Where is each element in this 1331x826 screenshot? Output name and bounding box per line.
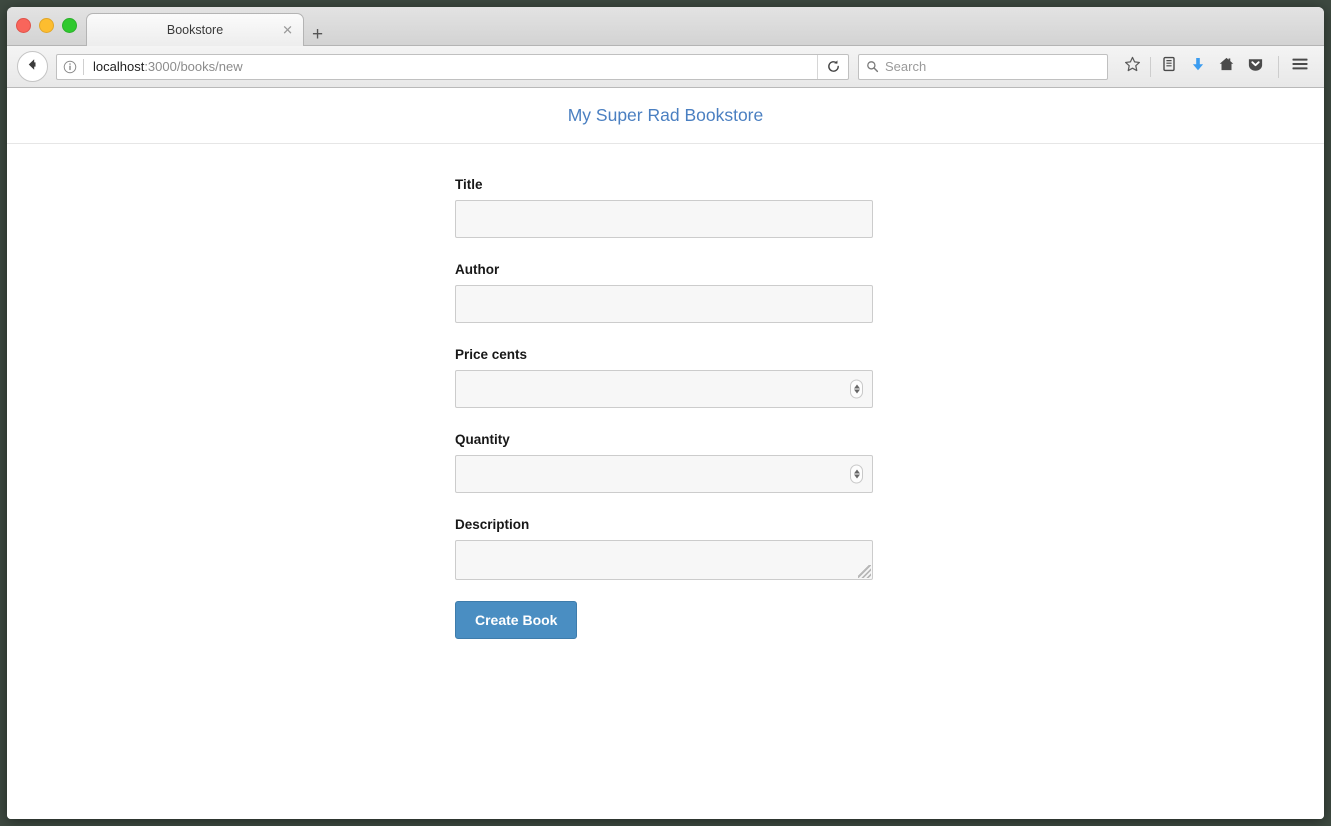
description-input[interactable] [455,540,873,580]
home-icon [1218,56,1235,78]
new-book-form: Title Author Price cents Quantity Descri… [455,177,873,639]
field-price-cents: Price cents [455,347,873,408]
create-book-button[interactable]: Create Book [455,601,578,639]
search-input[interactable]: Search [879,59,926,74]
back-arrow-icon [25,57,40,77]
stepper-down-icon[interactable] [853,474,860,479]
quantity-stepper[interactable] [850,464,863,484]
url-host: localhost [93,59,145,74]
new-tab-button[interactable]: + [312,25,323,44]
pocket-button[interactable] [1241,53,1270,81]
hamburger-menu-button[interactable] [1285,53,1314,81]
browser-window: Bookstore ✕ + localhost:3000/books/new S… [7,7,1324,819]
window-controls [16,18,77,33]
search-bar[interactable]: Search [858,53,1108,80]
price-cents-input[interactable] [455,370,873,408]
page-info-icon[interactable] [57,60,83,74]
stepper-up-icon[interactable] [853,469,860,474]
minimize-window-button[interactable] [39,18,54,33]
library-button[interactable] [1154,53,1183,81]
back-button[interactable] [17,51,48,82]
label-title: Title [455,177,483,192]
bookmark-star-icon [1124,56,1141,78]
quantity-input-wrap [455,455,873,493]
library-icon [1161,56,1177,77]
label-price-cents: Price cents [455,347,528,362]
hamburger-menu-icon [1291,56,1309,77]
label-description: Description [455,517,530,532]
label-author: Author [455,262,500,277]
menu-divider [1278,55,1279,78]
author-input[interactable] [455,285,873,323]
close-window-button[interactable] [16,18,31,33]
bookmark-star-button[interactable] [1118,53,1147,81]
field-author: Author [455,262,873,323]
browser-tab-bookstore[interactable]: Bookstore ✕ [86,13,304,46]
reload-button[interactable] [818,55,848,79]
tab-title: Bookstore [166,23,224,37]
price-cents-stepper[interactable] [850,379,863,399]
site-title-link[interactable]: My Super Rad Bookstore [568,105,764,126]
site-header: My Super Rad Bookstore [7,88,1324,144]
field-quantity: Quantity [455,432,873,493]
url-bar[interactable]: localhost:3000/books/new [56,53,849,80]
title-input[interactable] [455,200,873,238]
close-tab-icon[interactable]: ✕ [282,24,293,37]
pocket-icon [1247,56,1264,78]
downloads-icon [1190,56,1206,77]
page-viewport: My Super Rad Bookstore Title Author Pric… [7,88,1324,819]
field-description: Description [455,517,873,580]
form-container: Title Author Price cents Quantity Descri… [7,144,1324,639]
stepper-down-icon[interactable] [853,389,860,394]
toolbar-divider [1150,56,1151,77]
home-button[interactable] [1212,53,1241,81]
description-input-wrap [455,540,873,580]
maximize-window-button[interactable] [62,18,77,33]
search-icon [859,60,879,73]
toolbar-icon-group [1118,53,1314,81]
field-title: Title [455,177,873,238]
price-cents-input-wrap [455,370,873,408]
downloads-button[interactable] [1183,53,1212,81]
label-quantity: Quantity [455,432,510,447]
url-path: :3000/books/new [144,59,243,74]
stepper-up-icon[interactable] [853,384,860,389]
quantity-input[interactable] [455,455,873,493]
url-text: localhost:3000/books/new [84,59,817,74]
tab-bar: Bookstore ✕ + [7,7,1324,46]
navigation-toolbar: localhost:3000/books/new Search [7,46,1324,88]
